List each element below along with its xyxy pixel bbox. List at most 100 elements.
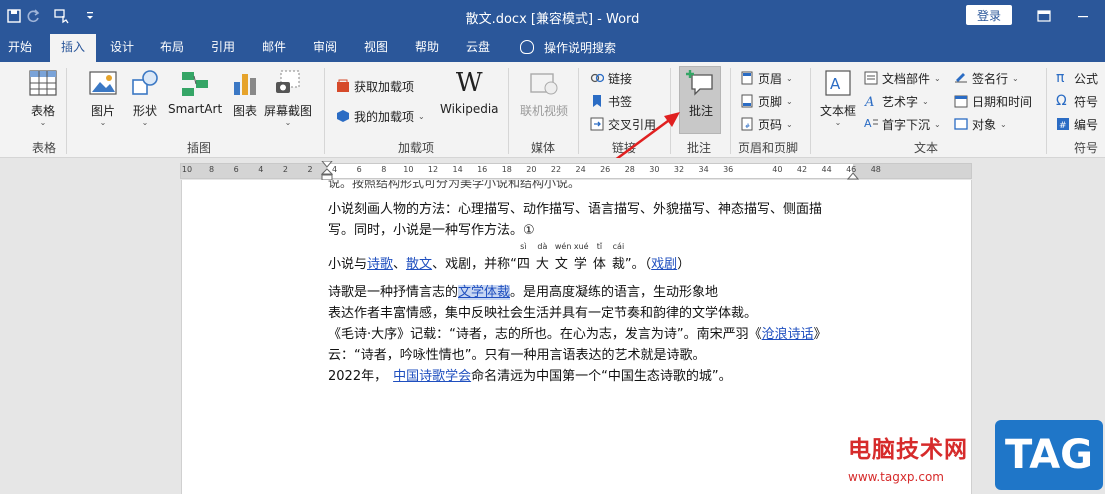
wordart-icon: A <box>864 95 874 108</box>
group-label-header-footer: 页眉和页脚 <box>738 141 799 155</box>
redo-icon[interactable] <box>24 6 44 26</box>
tab-mailings[interactable]: 邮件 <box>258 32 290 62</box>
ruler-tick: 6 <box>356 165 362 174</box>
page-number-button[interactable]: # 页码 ⌄ <box>740 114 793 134</box>
ruler-tick: 8 <box>209 165 215 174</box>
numbering-button[interactable]: # 编号 <box>1056 114 1098 134</box>
wordart-button[interactable]: A 艺术字 ⌄ <box>864 91 929 111</box>
minimize-icon[interactable] <box>1072 6 1094 26</box>
textbox-icon: A <box>825 70 851 96</box>
right-indent-marker-icon[interactable] <box>847 171 859 180</box>
picture-button[interactable]: 图片 ⌄ <box>88 68 118 127</box>
ruler-tick: 44 <box>821 165 832 174</box>
indent-marker-icon[interactable] <box>321 161 333 181</box>
save-icon[interactable] <box>4 6 24 26</box>
hyperlink-prose[interactable]: 散文 <box>406 257 432 272</box>
smartart-button[interactable]: SmartArt <box>168 68 222 116</box>
ruler-tick: 22 <box>550 165 562 174</box>
tab-home[interactable]: 开始 <box>4 32 36 62</box>
ruler-tick: 34 <box>698 165 709 174</box>
screenshot-icon <box>276 70 300 93</box>
ruler-tick: 28 <box>624 165 635 174</box>
customize-qat-icon[interactable] <box>80 6 100 26</box>
object-button[interactable]: 对象 ⌄ <box>954 114 1007 134</box>
group-label-media: 媒体 <box>531 141 556 155</box>
ruler-tick: 26 <box>600 165 611 174</box>
quick-parts-button[interactable]: 文档部件 ⌄ <box>864 68 941 88</box>
ruby-char: tǐ 体 <box>592 242 606 272</box>
group-label-comments: 批注 <box>687 141 712 155</box>
hyperlink-poetry[interactable]: 诗歌 <box>367 257 393 272</box>
ruler-tick: 48 <box>870 165 881 174</box>
table-icon <box>29 70 57 96</box>
wikipedia-button[interactable]: W Wikipedia <box>440 68 499 116</box>
tab-help[interactable]: 帮助 <box>411 32 443 62</box>
ruby-char: sì 四 <box>516 242 530 272</box>
calendar-icon <box>954 95 968 108</box>
chart-button[interactable]: 图表 <box>230 68 260 119</box>
drop-cap-icon: A <box>864 117 878 130</box>
paragraph-line: 写。同时，小说是一种写作方法。① <box>328 223 535 238</box>
ruler-tick: 6 <box>233 165 239 174</box>
screenshot-button[interactable]: 屏幕截图 ⌄ <box>264 68 312 127</box>
footer-button[interactable]: 页脚 ⌄ <box>740 91 793 111</box>
date-time-button[interactable]: 日期和时间 <box>954 91 1032 111</box>
paragraph-line: 《毛诗·大序》记载：“诗者，志的所也。在心为志，发言为诗”。南宋严羽《沧浪诗话》 <box>328 327 827 342</box>
tab-review[interactable]: 审阅 <box>309 32 341 62</box>
equation-button[interactable]: π 公式 <box>1056 68 1098 88</box>
chart-icon <box>234 74 256 95</box>
hyperlink-drama[interactable]: 戏剧 <box>651 257 677 272</box>
new-comment-button[interactable]: 批注 <box>686 68 716 119</box>
ruler-tick: 30 <box>649 165 660 174</box>
hyperlink-poetry-society[interactable]: 中国诗歌学会 <box>393 369 471 384</box>
my-addins-button[interactable]: 我的加载项 ⌄ <box>336 106 425 126</box>
link-icon <box>590 73 604 83</box>
online-video-button[interactable]: 联机视频 <box>520 68 568 119</box>
symbol-button[interactable]: Ω 符号 <box>1056 91 1098 111</box>
smartart-icon <box>182 72 209 96</box>
tell-me-search[interactable]: 操作说明搜索 <box>520 32 616 62</box>
ruler-tick: 20 <box>526 165 537 174</box>
group-label-text: 文本 <box>914 141 939 155</box>
tab-design[interactable]: 设计 <box>106 32 138 62</box>
ruler-tick: 2 <box>307 165 313 174</box>
tell-me-label: 操作说明搜索 <box>544 40 617 55</box>
hyperlink-canglang-shihua[interactable]: 沧浪诗话 <box>762 327 814 342</box>
get-addins-button[interactable]: 获取加载项 <box>336 76 414 96</box>
shapes-icon <box>132 70 158 95</box>
tab-cloud[interactable]: 云盘 <box>462 32 494 62</box>
quick-parts-icon <box>864 71 878 85</box>
header-icon <box>741 71 753 85</box>
paragraph-line: 表达作者丰富情感，集中反映社会生活并具有一定节奏和韵律的文学体裁。 <box>328 306 758 321</box>
table-button[interactable]: 表格 ⌄ <box>28 68 58 127</box>
svg-text:A: A <box>864 117 872 130</box>
ruby-char: wén 文 <box>554 242 572 272</box>
login-button[interactable]: 登录 <box>966 5 1012 25</box>
tab-references[interactable]: 引用 <box>207 32 239 62</box>
ribbon-tabs: 开始 插入 设计 布局 引用 邮件 审阅 视图 帮助 云盘 操作说明搜索 <box>0 32 1105 62</box>
group-label-symbols: 符号 <box>1074 141 1099 155</box>
svg-text:#: # <box>745 123 750 130</box>
ribbon-display-options-icon[interactable] <box>1033 6 1055 26</box>
ruler-tick: 32 <box>673 165 685 174</box>
tab-layout[interactable]: 布局 <box>156 32 188 62</box>
selected-hyperlink-literary-genre[interactable]: 文学体裁 <box>458 285 511 300</box>
tab-insert[interactable]: 插入 <box>50 34 96 62</box>
header-button[interactable]: 页眉 ⌄ <box>740 68 793 88</box>
tab-view[interactable]: 视图 <box>360 32 392 62</box>
wikipedia-icon: W <box>455 68 483 98</box>
ruler-tick: 42 <box>796 165 808 174</box>
picture-icon <box>89 71 117 95</box>
shapes-button[interactable]: 形状 ⌄ <box>130 68 160 127</box>
group-label-illustrations: 插图 <box>187 141 212 155</box>
partial-line-top: 说。按照结构形式可分为美学小说和结构小说。 <box>328 180 581 190</box>
touch-mode-icon[interactable] <box>52 6 72 26</box>
link-button[interactable]: 链接 <box>590 68 632 88</box>
signature-icon <box>955 73 967 83</box>
drop-cap-button[interactable]: A 首字下沉 ⌄ <box>864 114 941 134</box>
ruler-tick: 4 <box>258 165 264 174</box>
textbox-button[interactable]: A 文本框 ⌄ <box>820 68 856 127</box>
new-comment-icon <box>686 70 713 96</box>
signature-line-button[interactable]: 签名行 ⌄ <box>954 68 1019 88</box>
horizontal-ruler[interactable]: 10 8 6 4 2 2 4 6 8 10 12 14 16 18 20 22 24 26 28 30 32 34 36 40… <box>180 161 972 181</box>
